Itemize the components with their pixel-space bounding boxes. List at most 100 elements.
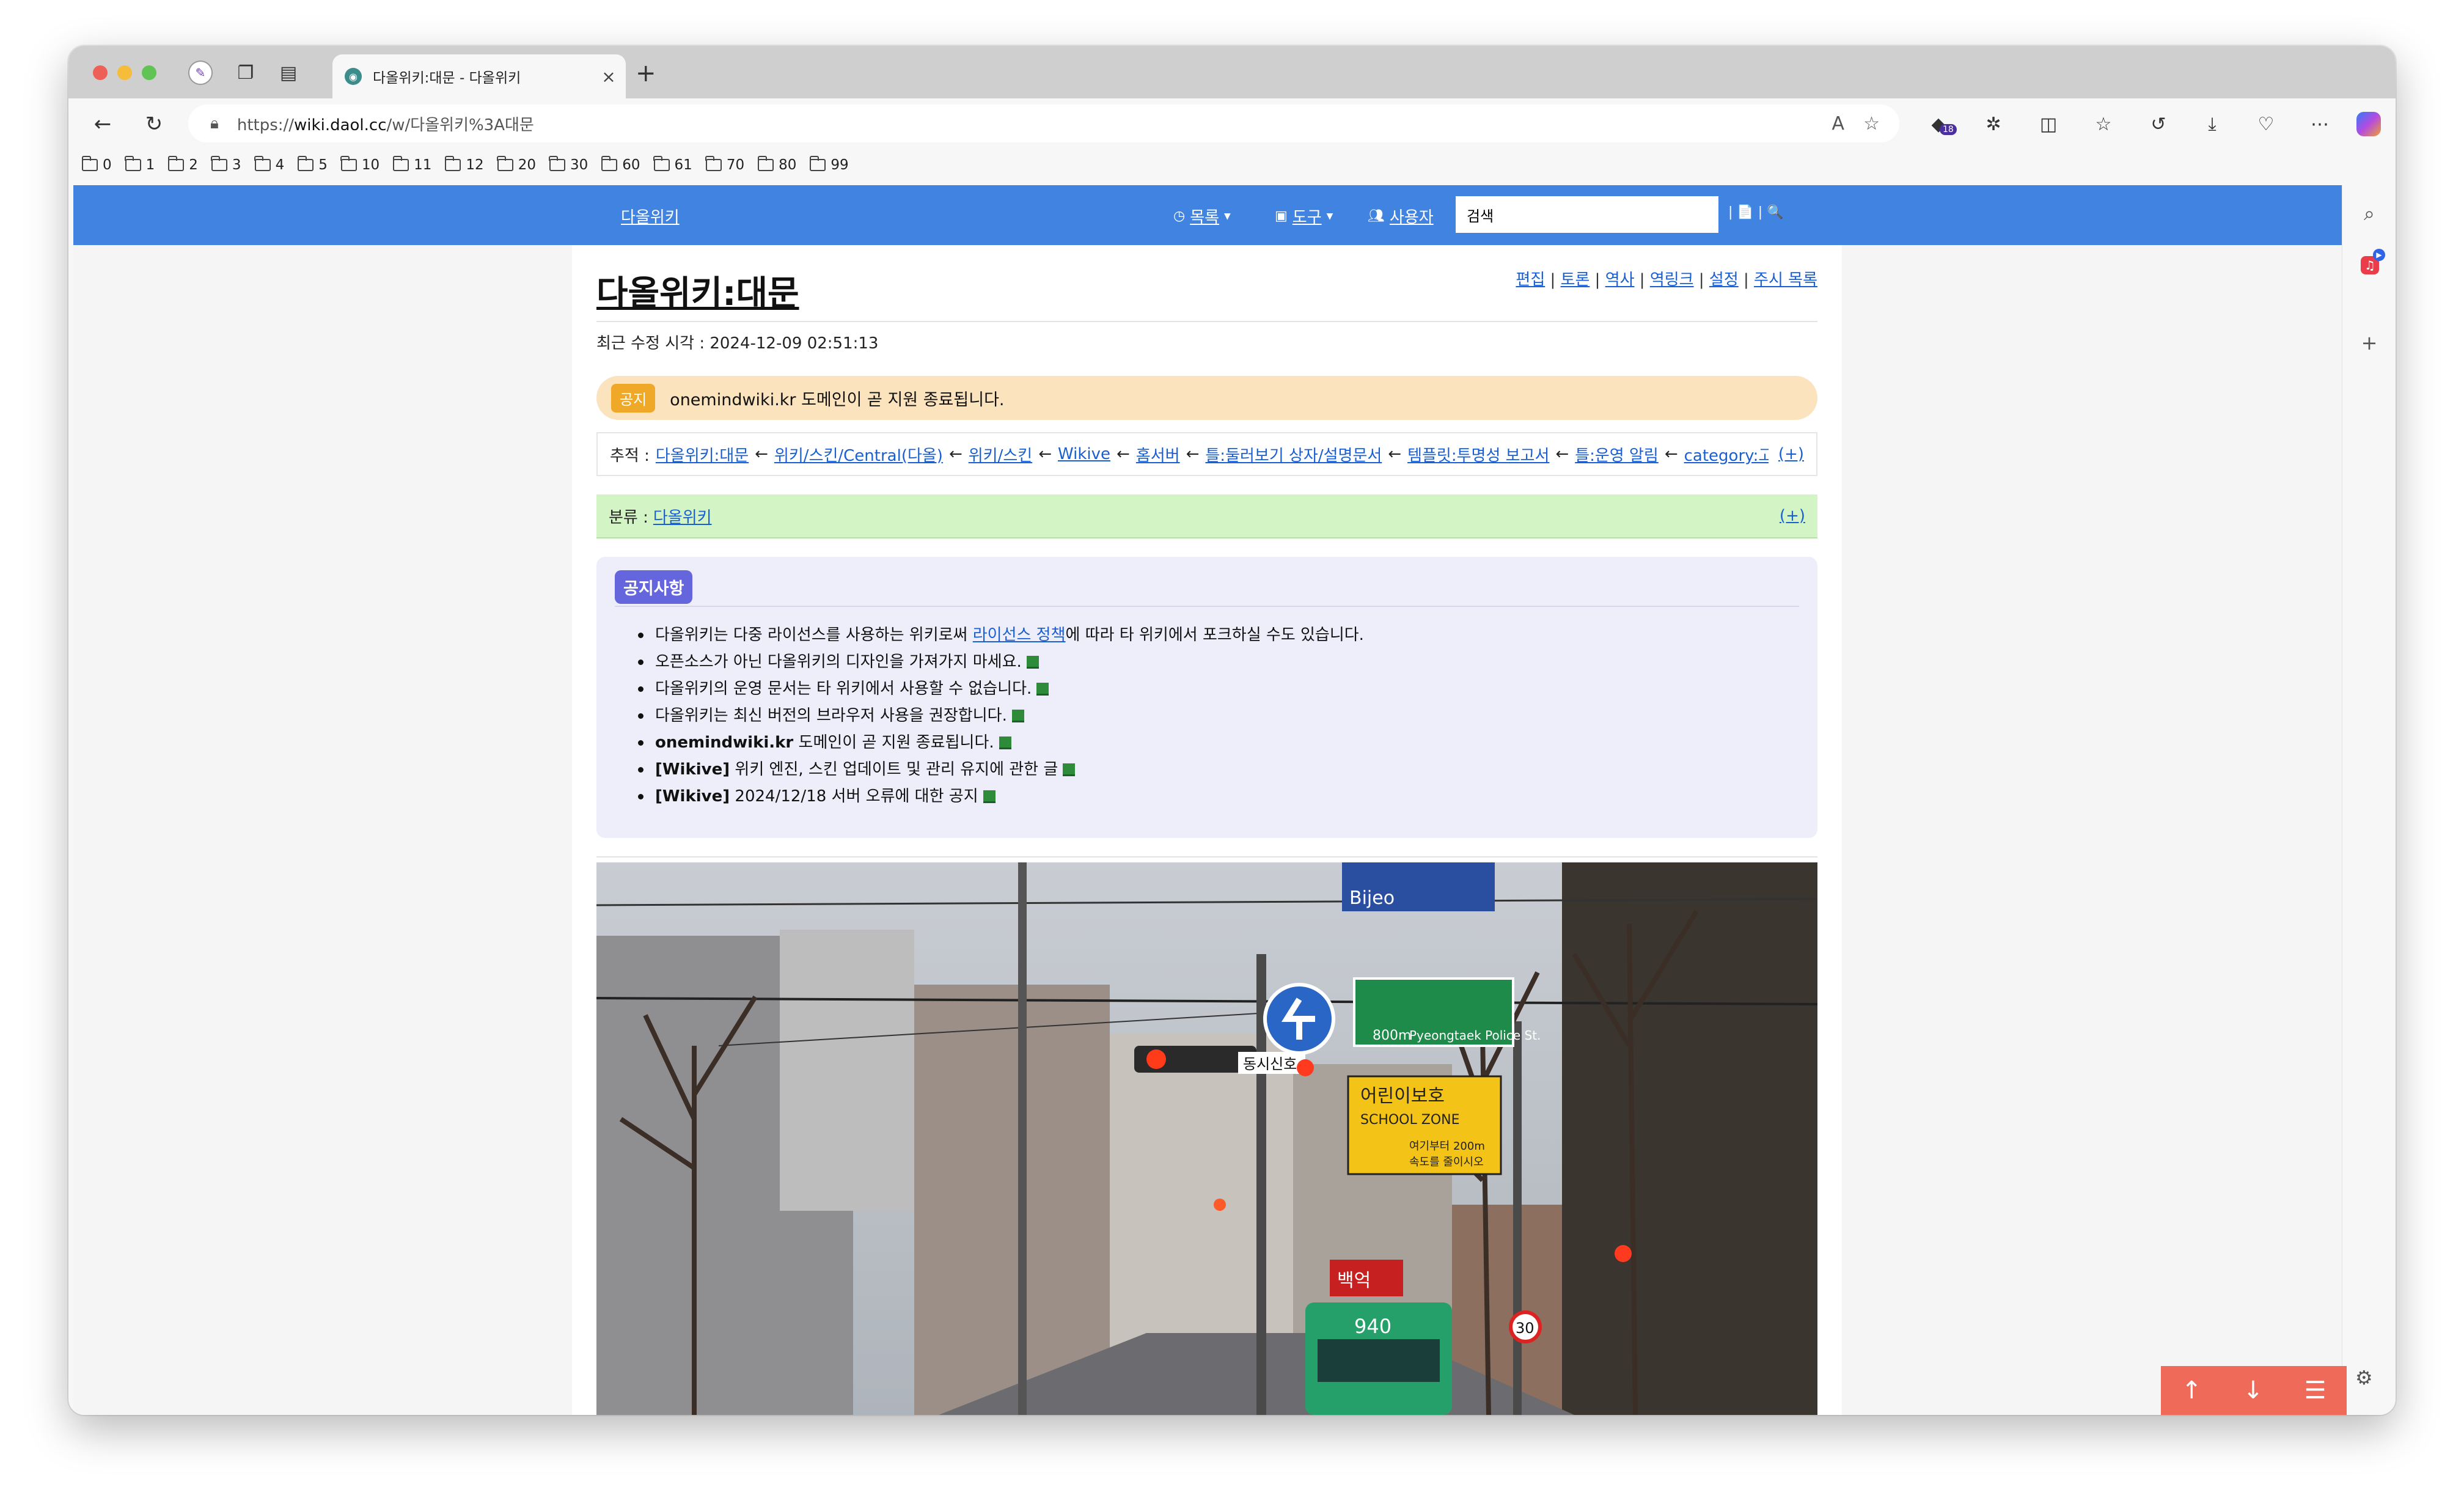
trail-link[interactable]: 템플릿:투명성 보고서 <box>1407 443 1549 466</box>
extensions-puzzle-icon[interactable]: ✲ <box>1979 109 2008 139</box>
folder-icon <box>601 156 618 171</box>
settings-gear-icon[interactable]: ⚙ <box>2355 1366 2373 1389</box>
active-tab[interactable]: ◉ 다올위키:대문 - 다올위키 × <box>332 54 626 98</box>
list-menu[interactable]: ◷ 목록 ▼ <box>1173 205 1231 227</box>
favorites-icon[interactable]: ☆ <box>2089 109 2118 139</box>
wiki-search-input[interactable] <box>1456 196 1718 233</box>
document-link-icon[interactable] <box>1026 656 1039 669</box>
bookmark-folder[interactable]: 12 <box>444 156 484 173</box>
users-icon: 👥︎ <box>1368 208 1385 224</box>
document-link-icon[interactable] <box>1036 683 1049 696</box>
trail-link[interactable]: Wikive <box>1058 445 1110 463</box>
trail-link[interactable]: 홈서버 <box>1136 443 1180 466</box>
bookmark-folder[interactable]: 5 <box>297 156 328 173</box>
maximize-window-button[interactable] <box>142 65 156 80</box>
bookmark-folder[interactable]: 2 <box>167 156 198 173</box>
caret-down-icon: ▼ <box>1326 211 1333 221</box>
history-icon[interactable]: ↺ <box>2144 109 2173 139</box>
site-name-link[interactable]: 다올위키 <box>621 205 680 227</box>
bookmark-folder[interactable]: 70 <box>705 156 744 173</box>
separator: | <box>1738 271 1755 289</box>
document-link-icon[interactable] <box>1063 763 1076 776</box>
category-link[interactable]: 다올위키 <box>653 505 712 527</box>
bookmark-folder[interactable]: 30 <box>549 156 588 173</box>
new-tab-icon[interactable]: + <box>636 59 656 87</box>
announcement-item: onemindwiki.kr 도메인이 곧 지원 종료됩니다. <box>638 729 1364 756</box>
bookmark-folder[interactable]: 10 <box>340 156 380 173</box>
arrow-up-icon[interactable]: ↑ <box>2182 1376 2202 1405</box>
announcement-box: 공지사항 다올위키는 다중 라이선스를 사용하는 위키로써 라이선스 정책에 따… <box>596 557 1817 838</box>
sign-text: 30 <box>1516 1320 1535 1337</box>
bookmark-folder[interactable]: 99 <box>809 156 849 173</box>
arrow-left-icon: ← <box>1116 445 1130 463</box>
separator: | <box>1590 271 1605 289</box>
trail-link[interactable]: 틀:둘러보기 상자/설명문서 <box>1205 443 1382 466</box>
bookmark-folder[interactable]: 20 <box>497 156 536 173</box>
minimize-window-button[interactable] <box>117 65 132 80</box>
document-link-icon[interactable] <box>983 790 996 803</box>
article-action-link[interactable]: 역사 <box>1605 271 1635 289</box>
article-action-link[interactable]: 편집 <box>1516 271 1545 289</box>
article-action-link[interactable]: 역링크 <box>1650 271 1694 289</box>
search-icon[interactable]: ⌕ <box>2356 200 2383 227</box>
bookmark-folder[interactable]: 60 <box>601 156 640 173</box>
announcement-item: 다올위키의 운영 문서는 타 위키에서 사용할 수 없습니다. <box>638 675 1364 702</box>
favorite-star-icon[interactable]: ☆ <box>1863 113 1880 134</box>
address-bar[interactable]: 🔒︎ https://wiki.daol.cc/w/다올위키%3A대문 A ☆ <box>188 105 1899 142</box>
trail-link[interactable]: 틀:운영 알림 <box>1575 443 1659 466</box>
folder-icon <box>297 156 314 171</box>
bookmark-folder[interactable]: 3 <box>211 156 241 173</box>
copilot-icon[interactable] <box>2354 109 2383 139</box>
page-title[interactable]: 다올위키:대문 <box>596 266 799 315</box>
license-policy-link[interactable]: 라이선스 정책 <box>973 626 1066 644</box>
extension-icon[interactable]: ◆ 18 <box>1924 109 1957 139</box>
reload-icon[interactable]: ↻ <box>139 109 169 139</box>
bookmark-folder[interactable]: 0 <box>81 156 112 173</box>
tab-actions-icon[interactable]: ▤ <box>276 61 301 85</box>
article-action-link[interactable]: 설정 <box>1709 271 1739 289</box>
browser-essentials-icon[interactable]: ♡ <box>2251 109 2281 139</box>
bookmark-folder[interactable]: 4 <box>254 156 284 173</box>
close-tab-icon[interactable]: × <box>596 67 621 87</box>
bookmark-folder[interactable]: 1 <box>125 156 155 173</box>
workspaces-icon[interactable]: ❐ <box>233 61 258 85</box>
profile-icon[interactable]: ✎ <box>188 61 213 85</box>
document-link-icon[interactable] <box>1011 710 1024 722</box>
article: 다올위키:대문 편집 | 토론 | 역사 | 역링크 | 설정 | 주시 목록 … <box>572 245 1842 1415</box>
category-more-link[interactable]: (+) <box>1780 507 1805 525</box>
divider <box>615 606 1799 607</box>
search-buttons[interactable]: | 📄 | 🔍 <box>1728 205 1784 220</box>
bookmark-folder[interactable]: 11 <box>392 156 431 173</box>
split-screen-icon[interactable]: ◫ <box>2034 109 2063 139</box>
trail-link[interactable]: 위키/스킨 <box>969 443 1032 466</box>
trail-link[interactable]: 위키/스킨/Central(다올) <box>774 443 943 466</box>
lock-icon[interactable]: 🔒︎ <box>210 114 219 133</box>
read-aloud-icon[interactable]: A <box>1832 113 1844 134</box>
trail-link[interactable]: 다올위키:대문 <box>656 443 749 466</box>
bookmark-folder[interactable]: 61 <box>653 156 692 173</box>
folder-icon <box>549 156 565 171</box>
trail-more-link[interactable]: (+) <box>1768 445 1804 463</box>
download-icon[interactable]: ⤓ <box>2198 109 2227 139</box>
street-photo[interactable]: 800m Pyeongtaek Police St. 어린이보호 SCHOOL … <box>596 862 1817 1415</box>
user-menu[interactable]: 👥︎ 사용자 <box>1368 205 1434 227</box>
article-action-link[interactable]: 주시 목록 <box>1754 271 1817 289</box>
back-icon[interactable]: ← <box>88 109 117 139</box>
announcement-tag: 공지사항 <box>615 570 693 604</box>
separator: | <box>1693 271 1709 289</box>
add-sidebar-app-icon[interactable]: + <box>2356 329 2383 356</box>
close-window-button[interactable] <box>93 65 108 80</box>
category-bar: 분류 : 다올위키 (+) <box>596 494 1817 538</box>
folder-icon <box>497 156 513 171</box>
sign-text: 800m <box>1373 1028 1411 1043</box>
tools-menu[interactable]: ▣ 도구 ▼ <box>1275 205 1333 227</box>
folder-icon <box>340 156 357 171</box>
folder-icon <box>81 156 98 171</box>
bookmark-folder[interactable]: 80 <box>757 156 796 173</box>
list-icon[interactable]: ☰ <box>2304 1376 2326 1405</box>
document-link-icon[interactable] <box>999 736 1011 749</box>
article-action-link[interactable]: 토론 <box>1561 271 1590 289</box>
arrow-down-icon[interactable]: ↓ <box>2243 1376 2264 1405</box>
floating-nav-buttons: ↑ ↓ ☰ <box>2161 1366 2347 1415</box>
more-menu-icon[interactable]: ⋯ <box>2305 109 2334 139</box>
